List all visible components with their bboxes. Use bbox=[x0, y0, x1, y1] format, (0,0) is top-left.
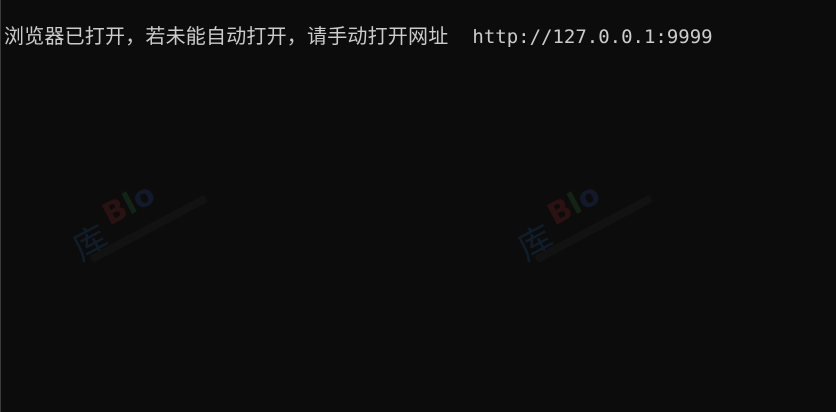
console-window[interactable]: 浏览器已打开，若未能自动打开，请手动打开网址 http://127.0.0.1:9… bbox=[0, 0, 836, 412]
console-output-line: 浏览器已打开，若未能自动打开，请手动打开网址 http://127.0.0.1:9… bbox=[4, 22, 713, 51]
local-url: http://127.0.0.1:9999 bbox=[472, 26, 713, 48]
browser-opened-message: 浏览器已打开，若未能自动打开，请手动打开网址 bbox=[4, 24, 449, 48]
watermark-logo: 库 Blo bbox=[53, 139, 218, 271]
watermark-logo: 库 Blo bbox=[498, 139, 663, 271]
